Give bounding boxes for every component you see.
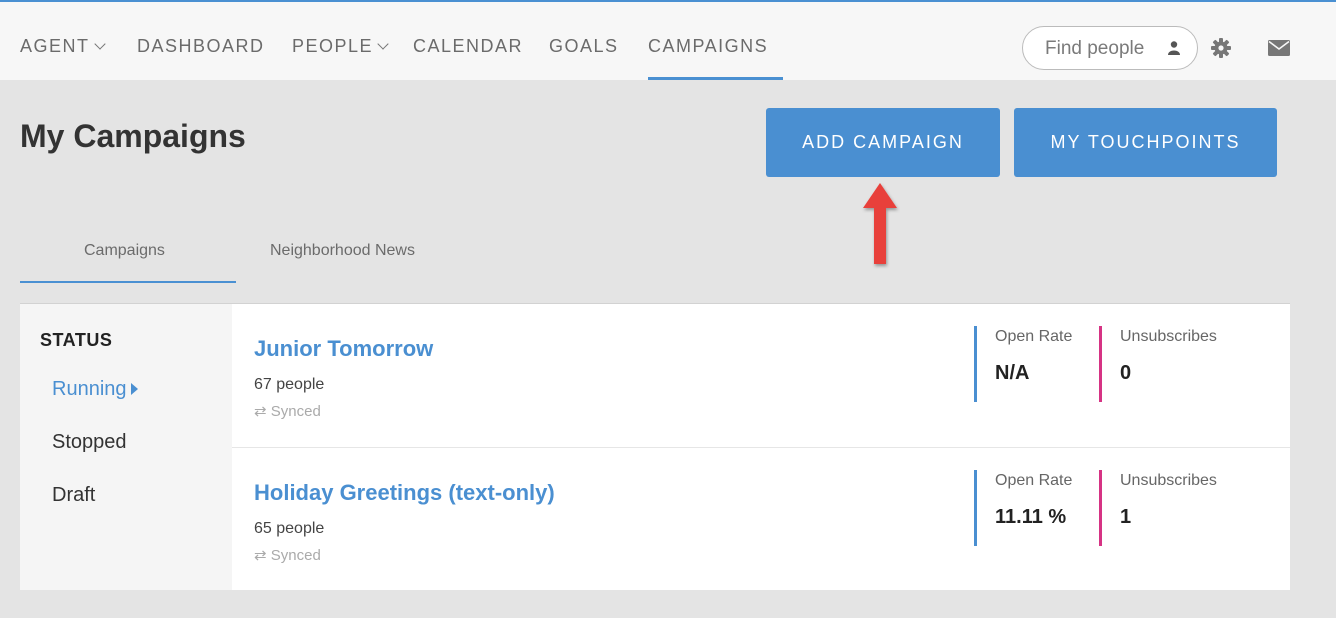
open-rate-label: Open Rate: [995, 472, 1073, 489]
unsubscribes-value: 0: [1120, 362, 1132, 384]
mail-icon[interactable]: [1268, 40, 1290, 56]
status-heading: STATUS: [40, 330, 113, 350]
tab-active-underline: [20, 281, 236, 283]
red-arrow-annotation: [863, 183, 897, 264]
my-touchpoints-button[interactable]: MY TOUCHPOINTS: [1014, 108, 1277, 177]
unsubscribes-metric: Unsubscribes 0: [1099, 326, 1217, 402]
sync-icon: ⇄: [254, 547, 267, 564]
unsubscribes-label: Unsubscribes: [1120, 472, 1217, 489]
open-rate-value: 11.11 %: [995, 506, 1067, 528]
chevron-down-icon: [377, 38, 389, 50]
gear-icon[interactable]: [1211, 38, 1231, 58]
page-title: My Campaigns: [20, 118, 246, 154]
campaign-people-count: 67 people: [254, 376, 325, 393]
campaign-row[interactable]: Holiday Greetings (text-only) 65 people …: [232, 447, 1290, 589]
campaign-name[interactable]: Junior Tomorrow: [254, 336, 433, 362]
nav-dashboard[interactable]: DASHBOARD: [137, 36, 265, 57]
open-rate-metric: Open Rate N/A: [974, 326, 1072, 402]
nav-agent[interactable]: AGENT: [20, 36, 106, 57]
tab-neighborhood-news[interactable]: Neighborhood News: [270, 242, 415, 260]
sidebar-item-stopped[interactable]: Stopped: [52, 431, 127, 454]
campaign-name[interactable]: Holiday Greetings (text-only): [254, 480, 555, 506]
unsubscribes-label: Unsubscribes: [1120, 328, 1217, 345]
sync-icon: ⇄: [254, 403, 267, 420]
find-people-input[interactable]: Find people: [1022, 26, 1198, 70]
open-rate-value: N/A: [995, 362, 1030, 384]
nav-calendar[interactable]: CALENDAR: [413, 36, 523, 57]
nav-active-underline: [648, 77, 783, 80]
unsubscribes-metric: Unsubscribes 1: [1099, 470, 1217, 546]
open-rate-label: Open Rate: [995, 328, 1073, 345]
unsubscribes-value: 1: [1120, 506, 1132, 528]
campaign-row[interactable]: Junior Tomorrow 67 people ⇄ Synced Open …: [232, 304, 1290, 446]
caret-right-icon: [130, 383, 138, 395]
campaign-list: Junior Tomorrow 67 people ⇄ Synced Open …: [232, 304, 1290, 590]
nav-goals[interactable]: GOALS: [549, 36, 619, 57]
status-sidebar: STATUS Running Stopped Draft: [20, 304, 232, 590]
nav-campaigns[interactable]: CAMPAIGNS: [648, 36, 768, 57]
campaign-sync-status: ⇄ Synced: [254, 403, 321, 420]
open-rate-metric: Open Rate 11.11 %: [974, 470, 1072, 546]
campaign-sync-status: ⇄ Synced: [254, 547, 321, 564]
tab-campaigns[interactable]: Campaigns: [84, 242, 165, 260]
find-people-placeholder: Find people: [1045, 38, 1145, 59]
campaign-people-count: 65 people: [254, 520, 325, 537]
top-nav: AGENT DASHBOARD PEOPLE CALENDAR GOALS CA…: [0, 2, 1336, 80]
person-icon: [1168, 41, 1180, 55]
sidebar-item-running[interactable]: Running: [52, 378, 138, 401]
nav-people[interactable]: PEOPLE: [292, 36, 389, 57]
sidebar-item-draft[interactable]: Draft: [52, 484, 95, 507]
chevron-down-icon: [93, 38, 106, 50]
add-campaign-button[interactable]: ADD CAMPAIGN: [766, 108, 1000, 177]
